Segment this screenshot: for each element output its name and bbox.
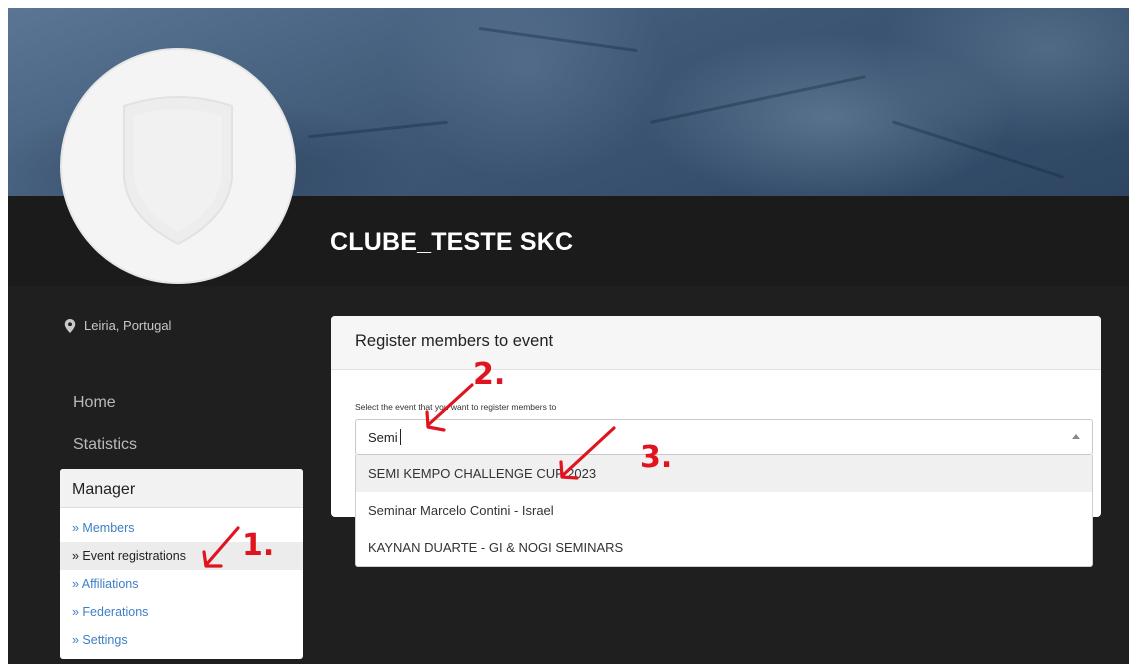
nav-statistics[interactable]: Statistics (73, 436, 137, 454)
club-location: Leiria, Portugal (64, 318, 171, 333)
event-option[interactable]: KAYNAN DUARTE - GI & NOGI SEMINARS (356, 529, 1092, 566)
manager-title[interactable]: Manager (60, 469, 303, 508)
manager-panel: Manager » Members » Event registrations … (60, 469, 303, 659)
event-search-input[interactable]: Semi (368, 430, 398, 445)
menu-item-affiliations[interactable]: » Affiliations (60, 570, 303, 598)
page-frame: CLUBE_TESTE SKC Leiria, Portugal Home St… (8, 8, 1129, 664)
nav-home[interactable]: Home (73, 394, 116, 412)
event-option[interactable]: Seminar Marcelo Contini - Israel (356, 492, 1092, 529)
annotation-step-1: 1. (242, 528, 275, 563)
map-pin-icon (64, 318, 76, 333)
club-avatar (60, 48, 296, 284)
club-name: CLUBE_TESTE SKC (330, 228, 574, 256)
annotation-step-3: 3. (640, 440, 673, 475)
event-dropdown: SEMI KEMPO CHALLENGE CUP 2023 Seminar Ma… (355, 455, 1093, 567)
caret-up-icon[interactable] (1072, 434, 1080, 439)
event-select-label: Select the event that you want to regist… (355, 402, 557, 412)
shield-icon (123, 96, 233, 246)
text-cursor (400, 429, 401, 445)
menu-item-settings[interactable]: » Settings (60, 626, 303, 654)
annotation-step-2: 2. (473, 357, 506, 392)
register-card-title: Register members to event (331, 316, 1101, 370)
event-select[interactable]: Semi (355, 419, 1093, 455)
location-text: Leiria, Portugal (84, 318, 172, 333)
menu-item-federations[interactable]: » Federations (60, 598, 303, 626)
event-option[interactable]: SEMI KEMPO CHALLENGE CUP 2023 (356, 455, 1092, 492)
